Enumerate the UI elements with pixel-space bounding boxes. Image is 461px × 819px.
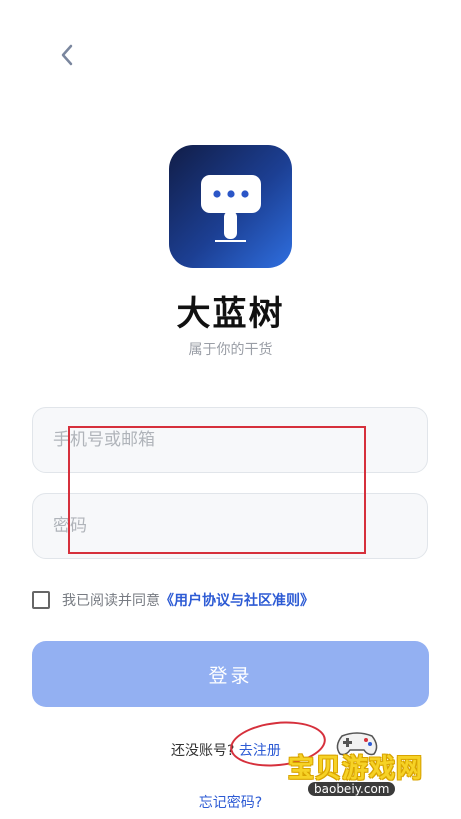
forgot-password-link[interactable]: 忘记密码?: [0, 792, 461, 812]
app-logo: [169, 145, 292, 268]
back-button[interactable]: [52, 40, 82, 70]
agreement-row: 我已阅读并同意 《用户协议与社区准则》: [32, 590, 314, 610]
agreement-text: 我已阅读并同意: [62, 593, 160, 609]
no-account-text: 还没账号?: [171, 743, 235, 759]
password-field[interactable]: [32, 493, 428, 559]
app-slogan: 属于你的干货: [188, 342, 273, 358]
chat-bubble-icon: [201, 175, 261, 242]
user-agreement-link[interactable]: 《用户协议与社区准则》: [160, 590, 314, 610]
watermark-title: 宝贝游戏网: [288, 754, 424, 784]
gamepad-icon: [336, 732, 378, 756]
password-input[interactable]: [33, 494, 427, 558]
login-button[interactable]: 登录: [32, 641, 429, 707]
register-link[interactable]: 去注册: [239, 743, 281, 759]
phone-email-field[interactable]: [32, 407, 428, 473]
register-row: 还没账号? 去注册: [171, 740, 281, 760]
app-name: 大蓝树: [176, 294, 285, 334]
chevron-left-icon: [61, 44, 73, 66]
agreement-checkbox[interactable]: [32, 591, 50, 609]
phone-email-input[interactable]: [33, 408, 427, 472]
